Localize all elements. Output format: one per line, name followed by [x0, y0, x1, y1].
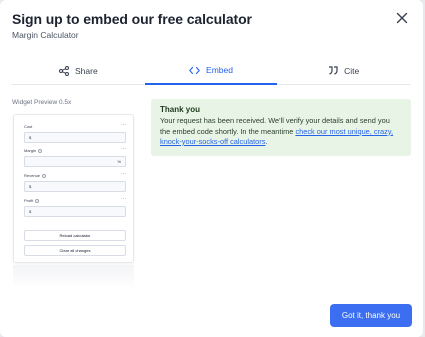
preview-fade: [13, 265, 134, 289]
preview-input: $: [24, 132, 126, 143]
preview-input: $: [24, 181, 126, 192]
tab-embed[interactable]: Embed: [144, 57, 278, 85]
tab-cite[interactable]: Cite: [277, 57, 411, 85]
notice-body: Your request has been received. We'll ve…: [160, 116, 402, 148]
dialog-subtitle: Margin Calculator: [12, 30, 79, 40]
dialog-title: Sign up to embed our free calculator: [12, 11, 252, 27]
got-it-button[interactable]: Got it, thank you: [330, 304, 412, 327]
tab-share-label: Share: [74, 65, 98, 76]
preview-field-profit: Profit ··· $: [24, 196, 126, 217]
notice-title: Thank you: [160, 105, 201, 114]
code-icon: [189, 66, 200, 75]
preview-reload-button: Reload calculator: [24, 230, 126, 241]
widget-preview-label: Widget Preview 0.5x: [12, 99, 72, 106]
preview-input: $: [24, 206, 126, 217]
info-icon: [35, 198, 40, 203]
more-icon: ···: [121, 171, 126, 177]
quote-icon: [328, 66, 338, 75]
tab-cite-label: Cite: [344, 65, 360, 76]
info-icon: [38, 148, 43, 153]
tab-bar: Share Embed Cite: [12, 57, 411, 85]
notice-suffix: .: [265, 137, 268, 146]
preview-field-revenue: Revenue ··· $: [24, 171, 126, 192]
more-icon: ···: [121, 146, 126, 152]
preview-field-label: Margin: [24, 148, 37, 153]
preview-field-cost: Cost ··· $: [24, 122, 126, 143]
preview-input: %: [24, 156, 126, 167]
tab-share[interactable]: Share: [12, 57, 145, 85]
preview-field-label: Revenue: [24, 173, 41, 178]
success-notice: Thank you Your request has been received…: [151, 99, 411, 156]
more-icon: ···: [121, 122, 126, 128]
preview-clear-button: Clear all changes: [24, 245, 126, 256]
more-icon: ···: [121, 196, 126, 202]
tab-embed-label: Embed: [206, 65, 233, 75]
preview-field-label: Profit: [24, 198, 34, 203]
preview-field-label: Cost: [24, 124, 33, 129]
embed-dialog: Sign up to embed our free calculator Mar…: [0, 0, 423, 337]
preview-field-margin: Margin ··· %: [24, 146, 126, 167]
widget-preview: Cost ··· $ Margin ··· % Revenue ··· $ Profi…: [13, 114, 134, 263]
share-icon: [58, 65, 69, 76]
info-icon: [42, 173, 47, 178]
close-icon[interactable]: [395, 11, 409, 25]
